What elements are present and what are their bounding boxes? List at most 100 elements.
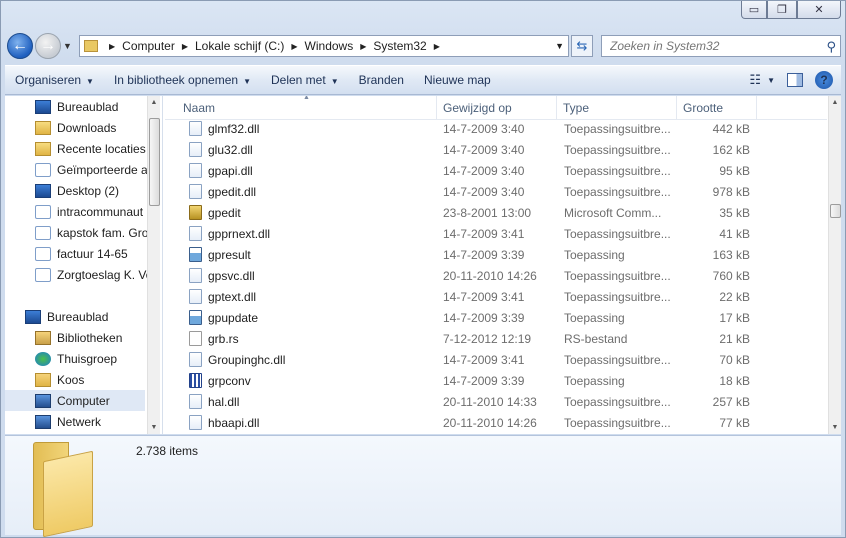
table-row[interactable]: gpprnext.dll 14-7-2009 3:41 Toepassingsuit… — [165, 223, 827, 244]
table-row[interactable]: gpapi.dll 14-7-2009 3:40 Toepassingsuitbre… — [165, 160, 827, 181]
file-name-cell: hal.dll — [189, 391, 439, 412]
file-name: gpapi.dll — [208, 163, 253, 178]
column-date-modified[interactable]: Gewijzigd op — [437, 96, 557, 120]
burn-button[interactable]: Branden — [349, 73, 414, 87]
scroll-down-icon[interactable]: ▼ — [829, 421, 841, 434]
file-size: 77 kB — [719, 415, 750, 430]
column-size[interactable]: Grootte — [677, 96, 757, 120]
file-date: 7-12-2012 12:19 — [443, 331, 532, 346]
scrollbar-thumb[interactable] — [149, 118, 160, 206]
sidebar-item-kapstok-fam-gro[interactable]: kapstok fam. Gro — [5, 222, 147, 243]
file-date: 14-7-2009 3:40 — [443, 121, 525, 136]
scrollbar-thumb[interactable] — [830, 204, 841, 218]
homegroup-icon — [35, 351, 51, 366]
scroll-down-icon[interactable]: ▼ — [148, 421, 160, 434]
file-list-scrollbar[interactable]: ▲ ▼ — [828, 96, 841, 434]
refresh-button[interactable]: ⇆ — [571, 35, 593, 57]
file-size: 95 kB — [719, 163, 750, 178]
help-icon[interactable]: ? — [815, 71, 833, 89]
breadcrumb-windows[interactable]: Windows — [305, 39, 354, 53]
table-row[interactable]: gpsvc.dll 20-11-2010 14:26 Toepassingsuitb… — [165, 265, 827, 286]
scroll-up-icon[interactable]: ▲ — [829, 96, 841, 109]
file-name-cell: gpapi.dll — [189, 160, 439, 181]
file-type: Toepassing — [564, 247, 625, 262]
breadcrumb-computer[interactable]: Computer — [122, 39, 175, 53]
close-button[interactable]: ✕ — [797, 1, 841, 19]
file-name-cell: glu32.dll — [189, 139, 439, 160]
recent-pages-dropdown[interactable]: ▼ — [63, 41, 72, 51]
breadcrumb-separator-icon[interactable]: ▶ — [182, 42, 188, 51]
sidebar-item-computer[interactable]: Computer — [5, 390, 145, 411]
file-name: glmf32.dll — [208, 121, 260, 136]
search-icon[interactable]: ⚲ — [826, 39, 836, 55]
change-view-icon[interactable]: ☷ — [749, 72, 761, 88]
back-button[interactable]: ← — [7, 33, 33, 59]
column-type[interactable]: Type — [557, 96, 677, 120]
file-name: gpupdate — [208, 310, 259, 325]
address-bar[interactable]: ▶ Computer ▶ Lokale schijf (C:) ▶ Window… — [79, 35, 569, 57]
exe-file-icon — [189, 310, 202, 325]
breadcrumb-separator-icon[interactable]: ▶ — [109, 42, 115, 51]
file-name: gpprnext.dll — [208, 226, 271, 241]
sidebar-item-thuisgroep[interactable]: Thuisgroep — [5, 348, 147, 369]
sidebar-item-downloads[interactable]: Downloads — [5, 117, 147, 138]
sidebar-item-label: Zorgtoeslag K. Vo — [57, 267, 147, 282]
breadcrumb-separator-icon[interactable]: ▶ — [360, 42, 366, 51]
view-options-chevron-icon[interactable]: ▼ — [767, 76, 775, 85]
sidebar-item-koos[interactable]: Koos — [5, 369, 147, 390]
search-input[interactable] — [610, 39, 820, 53]
sidebar-item-ge-mporteerde-af[interactable]: Geïmporteerde af — [5, 159, 147, 180]
preview-pane-icon[interactable] — [787, 73, 803, 87]
breadcrumb-separator-icon[interactable]: ▶ — [434, 42, 440, 51]
forward-button[interactable]: → — [35, 33, 61, 59]
include-in-library-menu[interactable]: In bibliotheek opnemen ▼ — [104, 73, 261, 87]
column-name[interactable]: Naam — [177, 96, 437, 120]
maximize-button[interactable]: ❐ — [767, 1, 797, 19]
table-row[interactable]: gptext.dll 14-7-2009 3:41 Toepassingsuitbr… — [165, 286, 827, 307]
sidebar-item-intracommunaut[interactable]: intracommunaut — [5, 201, 147, 222]
table-row[interactable]: gpedit 23-8-2001 13:00 Microsoft Comm... 35… — [165, 202, 827, 223]
document-icon — [35, 267, 51, 282]
table-row[interactable]: grb.rs 7-12-2012 12:19 RS-bestand 21 kB — [165, 328, 827, 349]
sidebar-item-recente-locaties[interactable]: Recente locaties — [5, 138, 147, 159]
sidebar-item-desktop-2[interactable]: Desktop (2) — [5, 180, 147, 201]
file-name: glu32.dll — [208, 142, 253, 157]
sidebar-item-netwerk[interactable]: Netwerk — [5, 411, 147, 432]
table-row[interactable]: Groupinghc.dll 14-7-2009 3:41 Toepassingsu… — [165, 349, 827, 370]
navigation-pane-scrollbar[interactable]: ▲ ▼ — [147, 96, 160, 434]
sidebar-item-bureaublad[interactable]: Bureaublad — [5, 306, 147, 327]
search-box[interactable]: ⚲ — [601, 35, 841, 57]
file-type: Toepassing — [564, 310, 625, 325]
table-row[interactable]: gpedit.dll 14-7-2009 3:40 Toepassingsuitbr… — [165, 181, 827, 202]
file-name: hal.dll — [208, 394, 240, 409]
chevron-down-icon: ▼ — [243, 77, 251, 86]
table-row[interactable]: glu32.dll 14-7-2009 3:40 Toepassingsuitbre… — [165, 139, 827, 160]
sidebar-item-factuur-14-65[interactable]: factuur 14-65 — [5, 243, 147, 264]
table-row[interactable]: gpupdate 14-7-2009 3:39 Toepassing 17 kB — [165, 307, 827, 328]
table-row[interactable]: hbaapi.dll 20-11-2010 14:26 Toepassingsuit… — [165, 412, 827, 433]
sidebar-item-bureaublad[interactable]: Bureaublad — [5, 96, 147, 117]
share-with-label: Delen met — [270, 73, 326, 87]
table-row[interactable]: glmf32.dll 14-7-2009 3:40 Toepassingsuitbr… — [165, 118, 827, 139]
file-date: 14-7-2009 3:40 — [443, 163, 525, 178]
sidebar-item-zorgtoeslag-k-vo[interactable]: Zorgtoeslag K. Vo — [5, 264, 147, 285]
minimize-button[interactable]: ▭ — [741, 1, 767, 19]
new-folder-button[interactable]: Nieuwe map — [414, 73, 501, 87]
organize-menu[interactable]: Organiseren ▼ — [5, 73, 104, 87]
breadcrumb-local-disk[interactable]: Lokale schijf (C:) — [195, 39, 284, 53]
file-date: 14-7-2009 3:40 — [443, 184, 525, 199]
table-row[interactable]: gpresult 14-7-2009 3:39 Toepassing 163 kB — [165, 244, 827, 265]
navigation-bar: ← → ▼ ▶ Computer ▶ Lokale schijf (C:) ▶ … — [5, 31, 841, 61]
dll-file-icon — [189, 184, 202, 199]
table-row[interactable]: grpconv 14-7-2009 3:39 Toepassing 18 kB — [165, 370, 827, 391]
sidebar-item-bibliotheken[interactable]: Bibliotheken — [5, 327, 147, 348]
share-with-menu[interactable]: Delen met ▼ — [261, 73, 349, 87]
scroll-up-icon[interactable]: ▲ — [148, 96, 160, 109]
command-bar: Organiseren ▼ In bibliotheek opnemen ▼ Del… — [5, 65, 841, 95]
table-row[interactable]: hal.dll 20-11-2010 14:33 Toepassingsuitbre… — [165, 391, 827, 412]
address-dropdown-icon[interactable]: ▼ — [555, 41, 564, 51]
breadcrumb-separator-icon[interactable]: ▶ — [291, 42, 297, 51]
document-icon — [35, 225, 51, 240]
breadcrumb-system32[interactable]: System32 — [373, 39, 426, 53]
toolbar-right-group: ☷ ▼ ? — [737, 71, 833, 89]
